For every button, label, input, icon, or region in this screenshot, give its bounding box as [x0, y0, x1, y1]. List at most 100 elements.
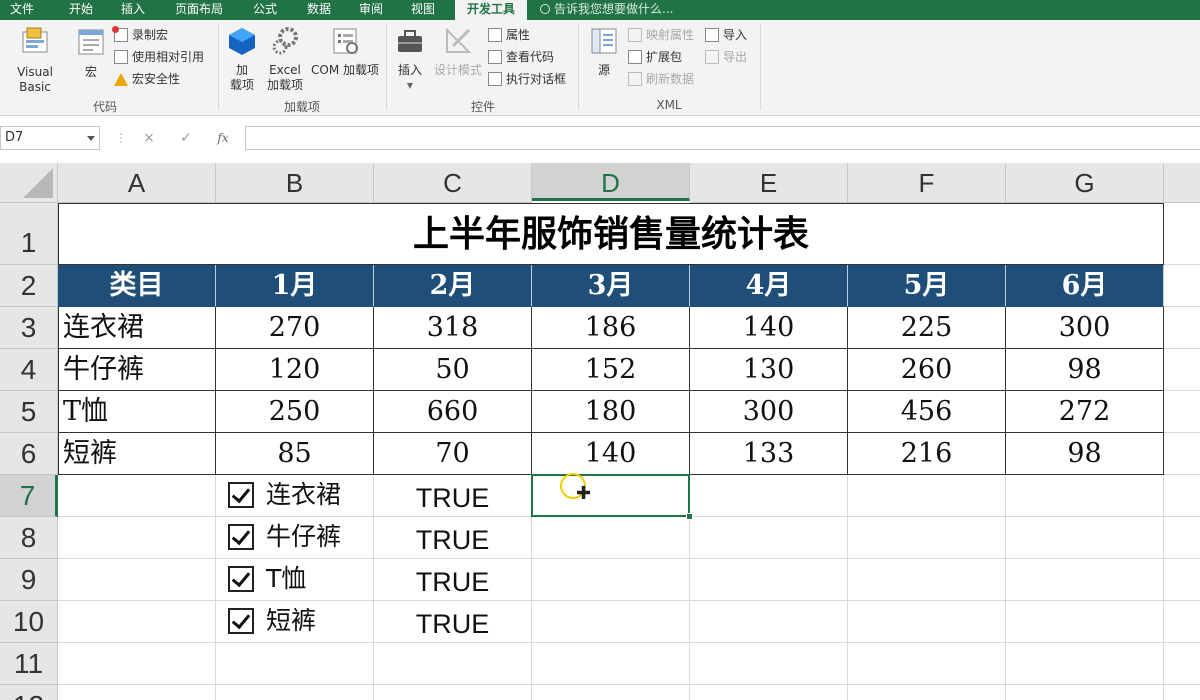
- table-header-cell[interactable]: 1月: [216, 265, 374, 307]
- cell[interactable]: [1164, 433, 1200, 475]
- value-cell[interactable]: 180: [532, 391, 690, 433]
- record-macro-button[interactable]: 录制宏: [112, 26, 168, 44]
- excel-addins-button[interactable]: Excel 加载项: [262, 26, 308, 93]
- cell[interactable]: [532, 601, 690, 643]
- tab-page-layout[interactable]: 页面布局: [168, 0, 230, 20]
- checkbox-checked-icon[interactable]: [228, 608, 254, 634]
- column-header-a[interactable]: A: [58, 163, 216, 203]
- cell[interactable]: [532, 643, 690, 685]
- xml-source-button[interactable]: 源: [584, 26, 624, 78]
- value-cell[interactable]: 186: [532, 307, 690, 349]
- value-cell[interactable]: 70: [374, 433, 532, 475]
- cell[interactable]: [1164, 559, 1200, 601]
- column-header-g[interactable]: G: [1006, 163, 1164, 203]
- macro-security-button[interactable]: 宏安全性: [114, 70, 180, 88]
- value-cell[interactable]: 270: [216, 307, 374, 349]
- tab-home[interactable]: 开始: [56, 0, 106, 20]
- tab-data[interactable]: 数据: [294, 0, 344, 20]
- checkbox-2[interactable]: 牛仔裤: [228, 517, 341, 557]
- value-cell[interactable]: 660: [374, 391, 532, 433]
- more-options-icon[interactable]: ⋮: [110, 128, 132, 148]
- formula-input[interactable]: [245, 126, 1200, 150]
- row-header-12[interactable]: 12: [0, 685, 58, 700]
- cell[interactable]: [1006, 685, 1164, 700]
- tab-view[interactable]: 视图: [398, 0, 448, 20]
- value-cell[interactable]: 456: [848, 391, 1006, 433]
- value-cell[interactable]: 85: [216, 433, 374, 475]
- column-header-b[interactable]: B: [216, 163, 374, 203]
- expansion-packs-button[interactable]: 扩展包: [628, 48, 682, 66]
- cell[interactable]: [216, 685, 374, 700]
- cell[interactable]: [58, 559, 216, 601]
- cell[interactable]: [1164, 643, 1200, 685]
- value-cell[interactable]: 120: [216, 349, 374, 391]
- value-cell[interactable]: 300: [690, 391, 848, 433]
- tab-review[interactable]: 审阅: [346, 0, 396, 20]
- linked-value-cell[interactable]: TRUE: [374, 517, 532, 559]
- cell[interactable]: [1164, 475, 1200, 517]
- cell[interactable]: [1006, 475, 1164, 517]
- column-header-f[interactable]: F: [848, 163, 1006, 203]
- sheet-title[interactable]: 上半年服饰销售量统计表: [58, 203, 1164, 265]
- cell[interactable]: [374, 685, 532, 700]
- tab-file[interactable]: 文件: [0, 0, 44, 20]
- row-header-4[interactable]: 4: [0, 349, 58, 391]
- column-header-c[interactable]: C: [374, 163, 532, 203]
- cell[interactable]: [1006, 517, 1164, 559]
- table-header-cell[interactable]: 3月: [532, 265, 690, 307]
- row-header-11[interactable]: 11: [0, 643, 58, 685]
- tell-me-box[interactable]: 告诉我您想要做什么...: [540, 0, 673, 20]
- category-cell[interactable]: 连衣裙: [58, 307, 216, 349]
- row-header-2[interactable]: 2: [0, 265, 58, 307]
- cell[interactable]: [848, 475, 1006, 517]
- macros-button[interactable]: 宏: [72, 26, 110, 80]
- cell[interactable]: [690, 517, 848, 559]
- checkbox-checked-icon[interactable]: [228, 524, 254, 550]
- value-cell[interactable]: 225: [848, 307, 1006, 349]
- linked-value-cell[interactable]: TRUE: [374, 475, 532, 517]
- linked-value-cell[interactable]: TRUE: [374, 601, 532, 643]
- value-cell[interactable]: 98: [1006, 433, 1164, 475]
- cell[interactable]: [532, 685, 690, 700]
- tab-developer[interactable]: 开发工具: [455, 0, 527, 20]
- cell[interactable]: [1006, 601, 1164, 643]
- row-header-3[interactable]: 3: [0, 307, 58, 349]
- value-cell[interactable]: 130: [690, 349, 848, 391]
- addins-button[interactable]: 加 载项: [224, 26, 260, 93]
- value-cell[interactable]: 216: [848, 433, 1006, 475]
- com-addins-button[interactable]: COM 加载项: [308, 26, 382, 78]
- checkbox-checked-icon[interactable]: [228, 566, 254, 592]
- cell[interactable]: [1164, 203, 1200, 265]
- cell[interactable]: [58, 517, 216, 559]
- cell[interactable]: [532, 559, 690, 601]
- value-cell[interactable]: 133: [690, 433, 848, 475]
- cell[interactable]: [58, 475, 216, 517]
- value-cell[interactable]: 140: [690, 307, 848, 349]
- run-dialog-button[interactable]: 执行对话框: [488, 70, 566, 88]
- value-cell[interactable]: 152: [532, 349, 690, 391]
- cell[interactable]: [1006, 559, 1164, 601]
- column-header-d[interactable]: D: [532, 163, 690, 201]
- category-cell[interactable]: 短裤: [58, 433, 216, 475]
- insert-control-button[interactable]: 插入 ▼: [390, 26, 430, 93]
- checkbox-1[interactable]: 连衣裙: [228, 475, 341, 515]
- cell[interactable]: [690, 685, 848, 700]
- table-header-cell[interactable]: 4月: [690, 265, 848, 307]
- category-cell[interactable]: 牛仔裤: [58, 349, 216, 391]
- row-header-1[interactable]: 1: [0, 203, 58, 265]
- import-button[interactable]: 导入: [705, 26, 747, 44]
- cell[interactable]: [1164, 349, 1200, 391]
- cell[interactable]: [58, 601, 216, 643]
- cell[interactable]: [848, 559, 1006, 601]
- design-mode-button[interactable]: 设计模式: [432, 26, 484, 78]
- cell[interactable]: [848, 685, 1006, 700]
- cell[interactable]: [1006, 643, 1164, 685]
- export-button[interactable]: 导出: [705, 48, 747, 66]
- column-header-e[interactable]: E: [690, 163, 848, 203]
- cell[interactable]: [690, 475, 848, 517]
- row-header-7[interactable]: 7: [0, 475, 58, 517]
- cell[interactable]: [1164, 517, 1200, 559]
- cell[interactable]: [216, 643, 374, 685]
- row-header-9[interactable]: 9: [0, 559, 58, 601]
- row-header-8[interactable]: 8: [0, 517, 58, 559]
